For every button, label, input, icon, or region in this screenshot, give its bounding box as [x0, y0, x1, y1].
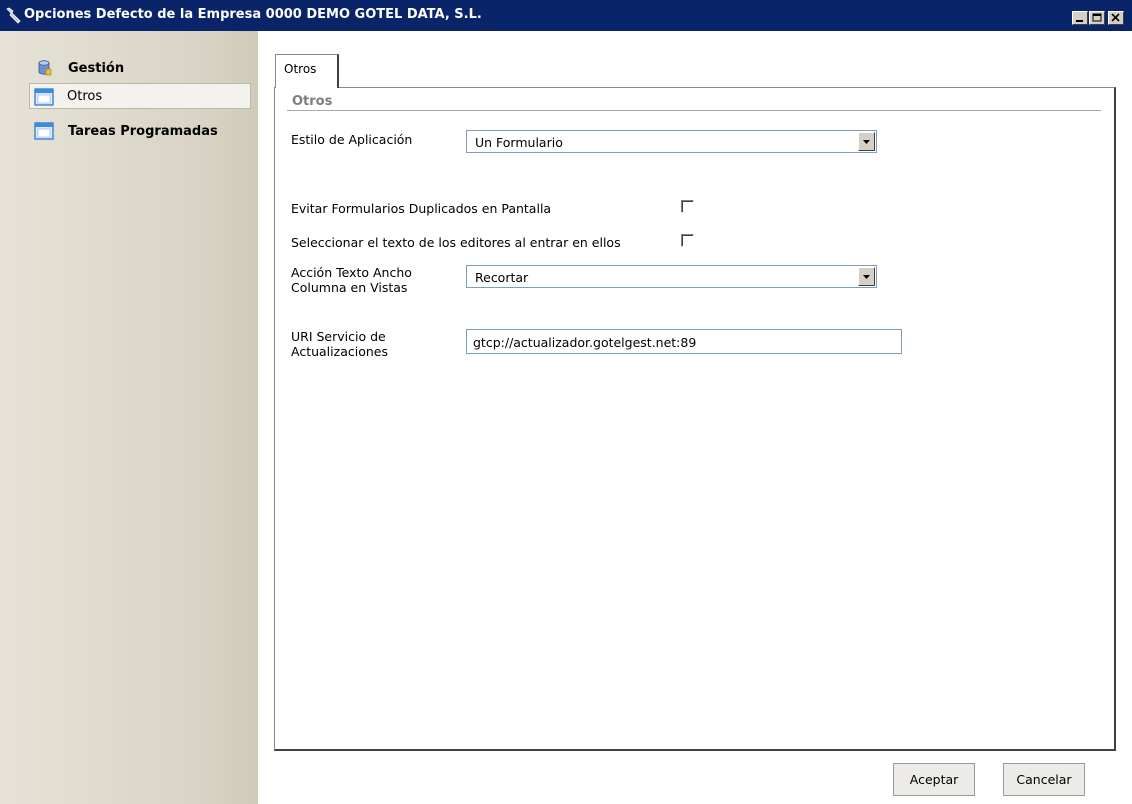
seleccionar-checkbox[interactable] [681, 234, 694, 247]
evitar-checkbox[interactable] [681, 200, 694, 213]
accept-button[interactable]: Aceptar [893, 763, 975, 796]
main-content: Otros Otros Estilo de Aplicación Un Form… [258, 31, 1132, 804]
dropdown-button[interactable] [858, 267, 875, 286]
title-bar[interactable]: Opciones Defecto de la Empresa 0000 DEMO… [0, 0, 1132, 31]
accion-select[interactable]: Recortar [466, 265, 877, 288]
uri-label: URI Servicio de Actualizaciones [291, 329, 388, 359]
close-icon [1111, 13, 1120, 22]
group-divider [287, 110, 1101, 111]
dropdown-button[interactable] [858, 132, 875, 151]
tab-panel: Otros Estilo de Aplicación Un Formulario… [274, 87, 1116, 751]
evitar-label: Evitar Formularios Duplicados en Pantall… [291, 201, 552, 216]
sidebar-item-tareas-programadas[interactable]: Tareas Programadas [30, 118, 250, 144]
sidebar-item-otros[interactable]: Otros [29, 83, 251, 109]
close-button[interactable] [1108, 11, 1124, 25]
group-title: Otros [292, 94, 333, 109]
maximize-icon [1092, 13, 1102, 22]
estilo-value: Un Formulario [475, 135, 563, 150]
chevron-down-icon [863, 275, 870, 279]
uri-label-line1: URI Servicio de [291, 329, 386, 344]
database-icon [38, 60, 52, 76]
accion-value: Recortar [475, 270, 529, 285]
accion-label-line1: Acción Texto Ancho [291, 265, 412, 280]
estilo-select[interactable]: Un Formulario [466, 130, 877, 153]
wrench-icon [6, 7, 21, 24]
sidebar: Gestión Otros Tareas Programadas [0, 31, 258, 804]
sidebar-item-label: Tareas Programadas [68, 123, 218, 139]
seleccionar-label: Seleccionar el texto de los editores al … [291, 235, 621, 250]
tab-otros[interactable]: Otros [275, 54, 339, 88]
window-icon [34, 88, 54, 106]
accion-label: Acción Texto Ancho Columna en Vistas [291, 265, 412, 295]
minimize-button[interactable] [1072, 11, 1088, 25]
window-title: Opciones Defecto de la Empresa 0000 DEMO… [24, 7, 482, 22]
window-icon [34, 122, 54, 140]
sidebar-item-gestion[interactable]: Gestión [30, 55, 250, 81]
estilo-label: Estilo de Aplicación [291, 132, 413, 147]
cancel-button[interactable]: Cancelar [1003, 763, 1085, 796]
maximize-button[interactable] [1089, 11, 1105, 25]
accion-label-line2: Columna en Vistas [291, 280, 408, 295]
uri-label-line2: Actualizaciones [291, 344, 388, 359]
chevron-down-icon [863, 140, 870, 144]
uri-input[interactable]: gtcp://actualizador.gotelgest.net:89 [466, 329, 902, 354]
minimize-icon [1076, 20, 1083, 22]
